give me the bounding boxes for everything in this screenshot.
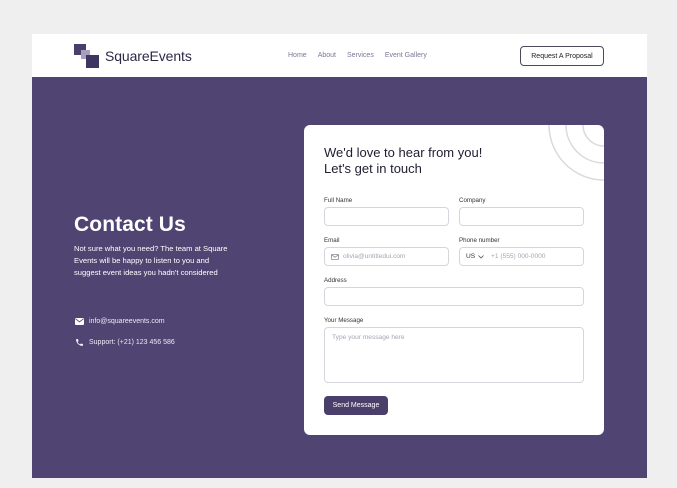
decorative-circles-icon	[548, 125, 604, 181]
email-label: Email	[324, 237, 340, 244]
full-name-label: Full Name	[324, 197, 353, 204]
chevron-down-icon[interactable]	[478, 255, 484, 259]
email-input[interactable]: olivia@untitledui.com	[324, 247, 449, 266]
email-placeholder: olivia@untitledui.com	[343, 253, 406, 260]
contact-email-row[interactable]: info@squareevents.com	[75, 318, 165, 325]
phone-input[interactable]: US +1 (555) 000-0000	[459, 247, 584, 266]
form-heading-line-2: Let's get in touch	[324, 161, 422, 176]
contact-phone: Support: (+21) 123 456 586	[89, 339, 175, 346]
nav-link-event-gallery[interactable]: Event Gallery	[385, 52, 427, 59]
envelope-icon	[75, 318, 84, 325]
nav-link-home[interactable]: Home	[288, 52, 307, 59]
message-placeholder: Type your message here	[332, 334, 405, 341]
nav-link-services[interactable]: Services	[347, 52, 374, 59]
logo-mark-icon	[74, 44, 99, 68]
nav-link-about[interactable]: About	[318, 52, 336, 59]
address-label: Address	[324, 277, 347, 284]
company-input[interactable]	[459, 207, 584, 226]
contact-phone-row[interactable]: Support: (+21) 123 456 586	[75, 338, 175, 347]
company-label: Company	[459, 197, 486, 204]
nav-links: Home About Services Event Gallery	[288, 52, 427, 59]
country-code-select[interactable]: US	[466, 253, 475, 260]
contact-form-card: We'd love to hear from you! Let's get in…	[304, 125, 604, 435]
send-message-button[interactable]: Send Message	[324, 396, 388, 415]
brand-name: SquareEvents	[105, 48, 192, 64]
message-label: Your Message	[324, 317, 364, 324]
form-heading-line-1: We'd love to hear from you!	[324, 145, 483, 160]
phone-placeholder: +1 (555) 000-0000	[491, 253, 546, 260]
form-heading: We'd love to hear from you! Let's get in…	[324, 145, 482, 177]
contact-description: Not sure what you need? The team at Squa…	[74, 244, 228, 277]
page-title: Contact Us	[74, 213, 186, 236]
request-proposal-button[interactable]: Request A Proposal	[520, 46, 604, 66]
phone-label: Phone number	[459, 237, 500, 244]
brand-logo[interactable]: SquareEvents	[74, 44, 192, 68]
address-input[interactable]	[324, 287, 584, 306]
phone-icon	[76, 339, 83, 346]
envelope-icon	[331, 254, 339, 260]
page-frame: SquareEvents Home About Services Event G…	[32, 34, 647, 478]
full-name-input[interactable]	[324, 207, 449, 226]
contact-email[interactable]: info@squareevents.com	[89, 318, 165, 325]
top-navbar: SquareEvents Home About Services Event G…	[32, 34, 647, 77]
message-textarea[interactable]: Type your message here	[324, 327, 584, 383]
